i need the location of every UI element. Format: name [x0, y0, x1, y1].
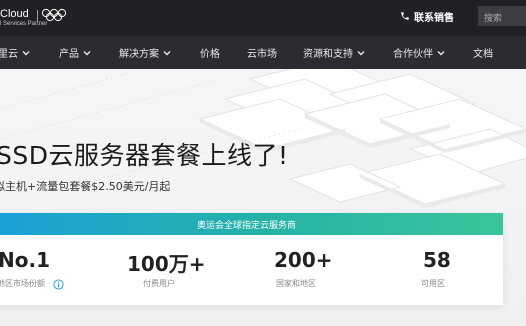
nav-item-label: 文档: [473, 49, 493, 60]
nav-item-pricing[interactable]: 价格: [200, 36, 220, 69]
contact-sales-label: 联系销售: [414, 12, 454, 24]
chevron-down-icon: [437, 50, 445, 55]
nav-item-label: 资源和支持: [303, 49, 353, 60]
nav-item-solutions[interactable]: 解决方案: [119, 36, 172, 69]
logo-text: Cloud: [0, 8, 29, 20]
stat-label-zones: 可用区: [421, 279, 445, 288]
olympic-rings-icon: [41, 8, 67, 22]
chevron-down-icon: [163, 50, 171, 55]
stat-label-countries: 国家和地区: [276, 279, 316, 288]
nav-item-resources[interactable]: 资源和支持: [303, 36, 366, 69]
search-box[interactable]: [478, 6, 526, 29]
nav-item-marketplace[interactable]: 云市场: [247, 36, 277, 69]
nav-item-products[interactable]: 产品: [59, 36, 92, 69]
main-nav: 里云 产品 解决方案 价格 云市场 资源和支持 合作伙伴 文档: [0, 36, 526, 69]
nav-item-partners[interactable]: 合作伙伴: [393, 36, 446, 69]
stat-value-rank: No.1: [0, 248, 50, 272]
nav-item-aliyun[interactable]: 里云: [0, 36, 31, 69]
top-bar: Cloud l Services Partner 联系销售: [0, 0, 526, 36]
hero-subline: 拟主机+流量包套餐$2.50美元/月起: [0, 180, 171, 193]
nav-item-docs[interactable]: 文档: [473, 36, 493, 69]
nav-item-label: 云市场: [247, 49, 277, 60]
stat-value-countries: 200+: [274, 248, 333, 272]
phone-icon: [401, 12, 409, 20]
stat-label-rank: 地区市场份额: [0, 279, 45, 288]
nav-item-label: 合作伙伴: [393, 49, 433, 60]
chevron-down-icon: [83, 50, 91, 55]
chevron-down-icon: [22, 50, 30, 55]
info-icon[interactable]: [53, 279, 64, 290]
chevron-down-icon: [357, 50, 365, 55]
stat-value-zones: 58: [423, 248, 451, 272]
nav-item-label: 产品: [59, 49, 79, 60]
hero-headline: SSD云服务器套餐上线了!: [0, 141, 289, 170]
stats-banner: 奥运会全球指定云服务商: [0, 213, 503, 235]
nav-item-label: 价格: [200, 49, 220, 60]
stat-label-users: 付费用户: [143, 279, 175, 288]
contact-sales-link[interactable]: 联系销售: [400, 9, 454, 24]
stat-value-users: 100万+: [127, 252, 206, 276]
nav-item-label: 解决方案: [119, 49, 159, 60]
logo-divider: [37, 10, 38, 21]
search-input[interactable]: [478, 9, 526, 29]
nav-item-label: 里云: [0, 49, 18, 60]
